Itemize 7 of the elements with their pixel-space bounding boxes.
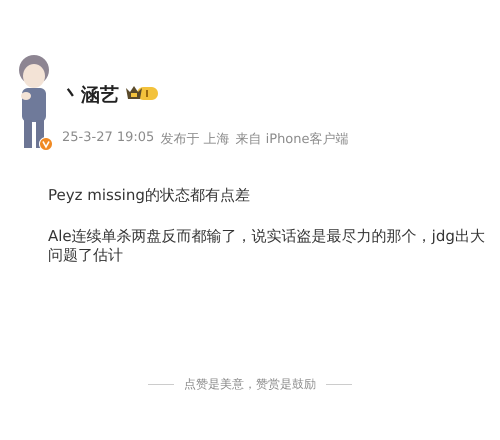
- post-location: 发布于 上海: [160, 131, 230, 148]
- post-time: 25-3-27 19:05: [62, 130, 154, 147]
- footer-text: 点赞是美意，赞赏是鼓励: [184, 376, 316, 393]
- post-text: Ale连续单杀两盘反而都输了，说实话盗是最尽力的那个，jdg出大问题了估计: [48, 227, 486, 265]
- post-source: 来自 iPhone客户端: [235, 131, 348, 148]
- user-name[interactable]: 丶涵艺: [62, 82, 119, 108]
- post-text: Peyz missing的状态都有点差: [48, 186, 251, 205]
